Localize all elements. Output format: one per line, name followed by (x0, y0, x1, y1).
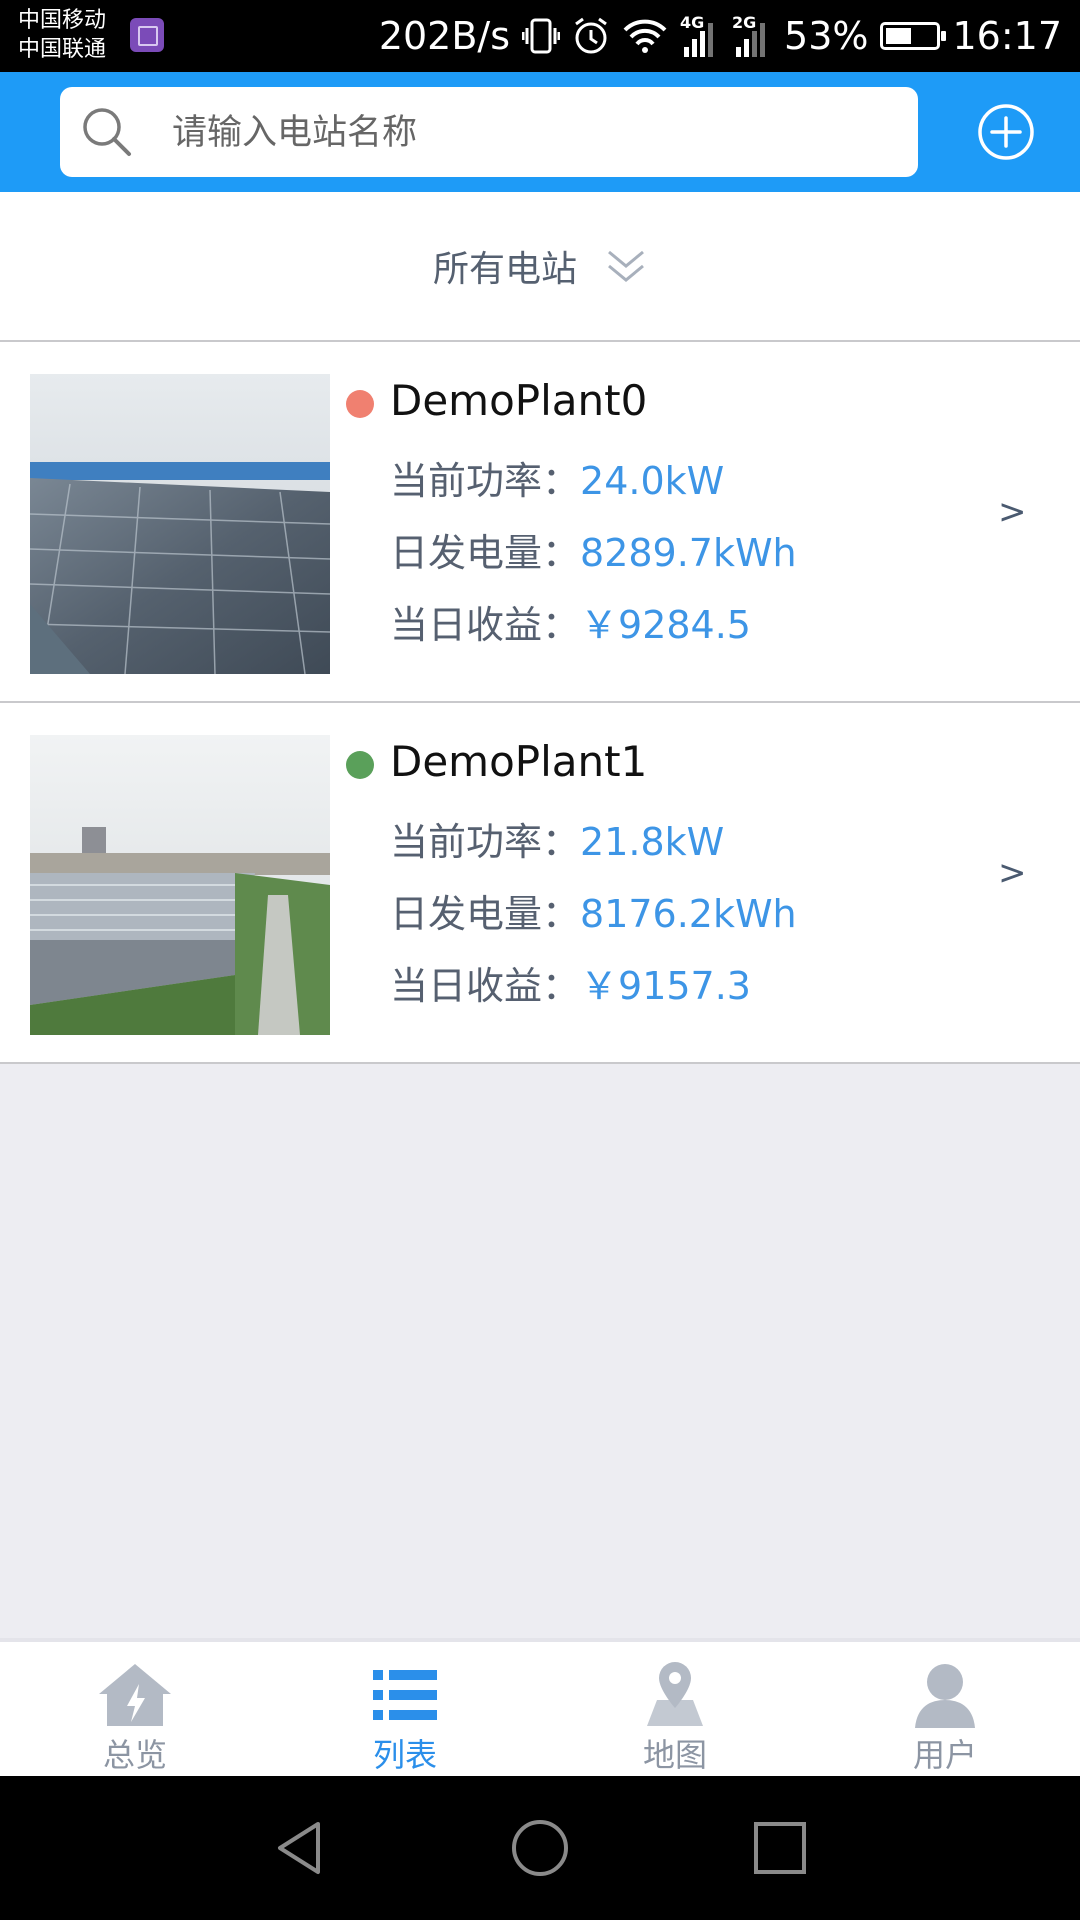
current-power-value: 21.8kW (580, 820, 725, 864)
vibrate-icon (522, 18, 561, 54)
status-indicators: 202B/s 4G 2G 53% 16:17 (379, 0, 1062, 72)
current-power-label: 当前功率： (390, 459, 581, 503)
chevron-right-icon[interactable]: > (998, 853, 1027, 893)
battery-percent: 53% (784, 14, 869, 58)
daily-energy-label: 日发电量： (390, 531, 581, 575)
nav-label: 总览 (102, 1736, 167, 1774)
recents-icon[interactable] (750, 1818, 810, 1878)
battery-fill (886, 28, 912, 44)
signal-icon: 2G (732, 13, 772, 57)
filter-bar: 所有电站 (0, 192, 1080, 342)
chevron-right-icon[interactable]: > (998, 492, 1027, 532)
map-pin-icon (647, 1662, 703, 1726)
plant-card[interactable]: DemoPlant0 当前功率：24.0kW 日发电量：8289.7kWh 当日… (0, 342, 1080, 703)
nav-label: 地图 (642, 1736, 707, 1774)
net-speed: 202B/s (378, 14, 511, 58)
search-icon (83, 108, 131, 156)
current-power: 当前功率：24.0kW (390, 450, 724, 505)
nav-item-user[interactable]: 用户 (810, 1642, 1080, 1776)
carrier-info: 中国移动 中国联通 (18, 6, 106, 64)
status-dot (346, 390, 374, 418)
wifi-icon (623, 19, 667, 53)
carrier-2: 中国联通 (18, 37, 107, 62)
plant-thumbnail (30, 735, 330, 1035)
alarm-icon (575, 17, 607, 54)
battery-icon (880, 22, 947, 50)
daily-income-label: 当日收益： (390, 964, 581, 1008)
daily-energy-value: 8176.2kWh (580, 892, 797, 936)
current-power: 当前功率：21.8kW (390, 811, 724, 866)
user-icon (915, 1664, 975, 1728)
plant-name: DemoPlant0 (390, 376, 648, 425)
current-power-value: 24.0kW (580, 459, 725, 503)
daily-income: 当日收益：￥9157.3 (390, 955, 751, 1010)
daily-income-label: 当日收益： (390, 603, 581, 647)
gallery-icon (130, 18, 164, 52)
nav-item-list[interactable]: 列表 (270, 1642, 540, 1776)
status-bar: 中国移动 中国联通 202B/s 4G 2G 53% 16:17 (0, 0, 1080, 72)
daily-energy: 日发电量：8176.2kWh (390, 883, 797, 938)
plant-list: DemoPlant0 当前功率：24.0kW 日发电量：8289.7kWh 当日… (0, 342, 1080, 1064)
nav-item-map[interactable]: 地图 (540, 1642, 810, 1776)
status-dot (346, 751, 374, 779)
daily-energy: 日发电量：8289.7kWh (390, 522, 797, 577)
plant-thumbnail (30, 374, 330, 674)
home-icon (99, 1664, 171, 1726)
daily-energy-value: 8289.7kWh (580, 531, 797, 575)
carrier-1: 中国移动 (18, 8, 107, 33)
search-input[interactable] (170, 87, 894, 179)
home-circle-icon[interactable] (510, 1818, 570, 1878)
signal-icon: 4G (680, 13, 720, 57)
plant-name: DemoPlant1 (390, 737, 648, 786)
daily-income-value: ￥9284.5 (580, 603, 751, 647)
screen: 中国移动 中国联通 202B/s 4G 2G 53% 16:17 请输入电站名称… (0, 0, 1080, 1920)
clock: 16:17 (952, 14, 1062, 58)
daily-energy-label: 日发电量： (390, 892, 581, 936)
nav-item-overview[interactable]: 总览 (0, 1642, 270, 1776)
list-icon (373, 1670, 437, 1720)
double-chevron-down-icon (608, 250, 644, 282)
system-nav-bar (0, 1776, 1080, 1920)
header (0, 72, 1080, 192)
nav-label: 列表 (372, 1736, 437, 1774)
nav-label: 用户 (912, 1736, 977, 1774)
add-circle-icon[interactable] (976, 102, 1036, 162)
filter-label: 所有电站 (432, 249, 577, 290)
search-box[interactable] (60, 87, 918, 179)
station-filter-dropdown[interactable]: 所有电站 (0, 192, 1080, 340)
bottom-nav: 总览 列表 地图 用户 (0, 1638, 1080, 1776)
current-power-label: 当前功率： (390, 820, 581, 864)
back-icon[interactable] (270, 1818, 330, 1878)
daily-income-value: ￥9157.3 (580, 964, 751, 1008)
plant-card[interactable]: DemoPlant1 当前功率：21.8kW 日发电量：8176.2kWh 当日… (0, 703, 1080, 1064)
daily-income: 当日收益：￥9284.5 (390, 594, 751, 649)
